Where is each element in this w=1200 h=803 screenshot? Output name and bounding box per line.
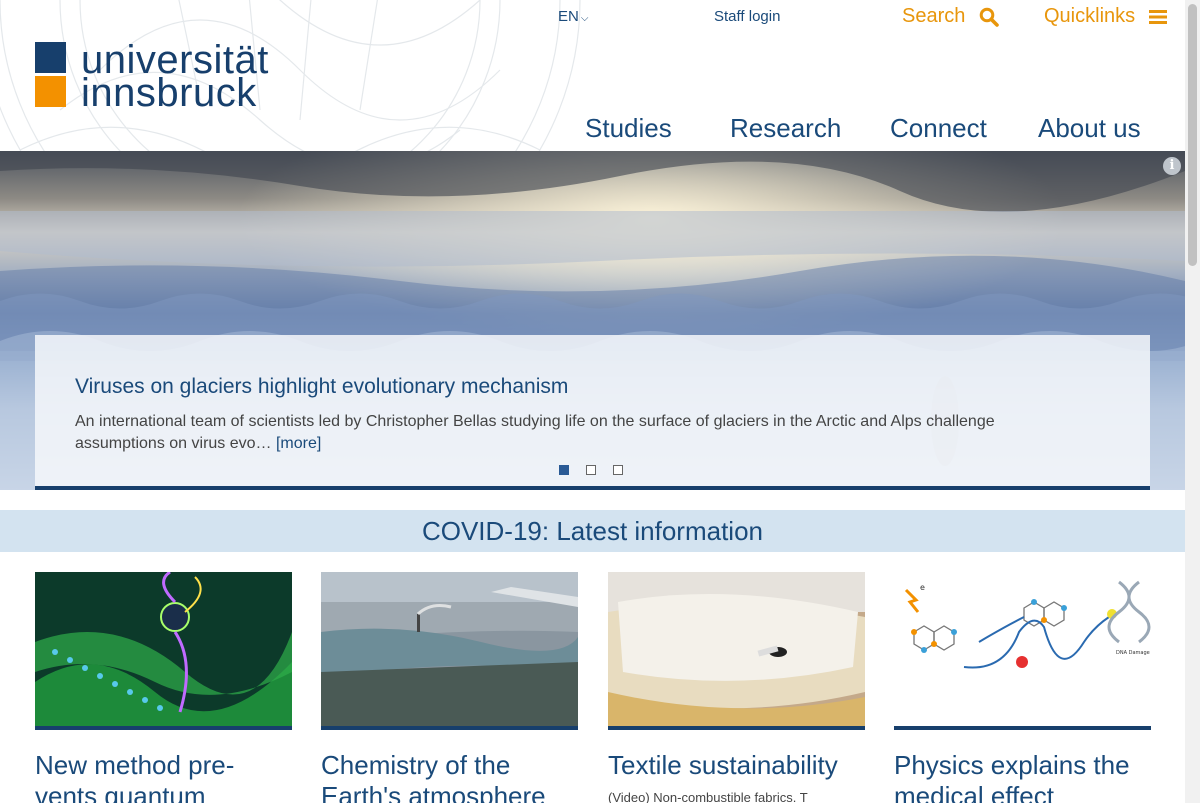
search-button[interactable]: Search bbox=[902, 5, 999, 28]
slide-dot-2[interactable] bbox=[586, 465, 596, 475]
hero-text: An international team of scientists led … bbox=[75, 413, 995, 452]
news-card-subtitle: (Video) Non-combustible fabrics. T bbox=[608, 790, 808, 803]
textile-photo bbox=[608, 572, 865, 726]
covid-banner-link[interactable]: COVID-19: Latest information bbox=[0, 510, 1185, 552]
news-card-image-atmosphere[interactable] bbox=[321, 572, 578, 730]
language-selector[interactable]: EN ⌵ bbox=[558, 8, 588, 25]
page: universität innsbruck EN ⌵ Staff login Se… bbox=[0, 0, 1185, 803]
nav-about-us[interactable]: About us bbox=[1038, 113, 1141, 144]
language-label: EN bbox=[558, 8, 579, 25]
news-card-image-textile[interactable] bbox=[608, 572, 865, 730]
staff-login-link[interactable]: Staff login bbox=[714, 8, 780, 25]
nav-research[interactable]: Research bbox=[730, 113, 841, 144]
logo-blue-square bbox=[35, 42, 66, 73]
scrollbar-thumb[interactable] bbox=[1188, 4, 1197, 266]
search-icon bbox=[979, 7, 999, 27]
news-card-image-physics[interactable]: e DNA Damage bbox=[894, 572, 1151, 730]
quicklinks-label: Quicklinks bbox=[1044, 5, 1136, 27]
nav-studies[interactable]: Studies bbox=[585, 113, 672, 144]
hero-title-link[interactable]: Viruses on glaciers highlight evolutiona… bbox=[75, 375, 568, 399]
slide-dot-1[interactable] bbox=[559, 465, 569, 475]
dna-damage-label: DNA Damage bbox=[1116, 650, 1150, 656]
site-header: universität innsbruck EN ⌵ Staff login Se… bbox=[0, 0, 1185, 151]
news-card-title[interactable]: New method pre-vents quantum bbox=[35, 750, 292, 803]
logo-wordmark-line2: innsbruck bbox=[81, 71, 257, 115]
chevron-down-icon: ⌵ bbox=[580, 13, 589, 24]
news-card-title[interactable]: Textile sustainability bbox=[608, 750, 865, 781]
quantum-illustration bbox=[35, 572, 292, 726]
electron-label: e bbox=[920, 583, 925, 592]
search-label: Search bbox=[902, 5, 966, 27]
hero-more-link[interactable]: [more] bbox=[276, 435, 321, 452]
nav-connect[interactable]: Connect bbox=[890, 113, 987, 144]
quicklinks-button[interactable]: Quicklinks bbox=[1044, 5, 1167, 28]
hero-description: An international team of scientists led … bbox=[75, 411, 1085, 455]
news-card: New method pre-vents quantum bbox=[35, 572, 292, 803]
slider-pagination bbox=[559, 465, 639, 477]
info-icon[interactable]: i bbox=[1163, 157, 1181, 175]
news-card-image-quantum[interactable] bbox=[35, 572, 292, 730]
news-card: e DNA Damage Physics explains the medica… bbox=[894, 572, 1151, 803]
main-navigation: Studies Research Connect About us bbox=[0, 113, 1185, 151]
menu-icon bbox=[1148, 9, 1167, 24]
news-card: Textile sustainability (Video) Non-combu… bbox=[608, 572, 865, 803]
hero-slider: i Viruses on glaciers highlight evolutio… bbox=[0, 151, 1185, 490]
hero-caption-box: Viruses on glaciers highlight evolutiona… bbox=[35, 335, 1150, 490]
dna-damage-diagram: e DNA Damage bbox=[894, 572, 1151, 726]
news-card-title[interactable]: Physics explains the medical effect bbox=[894, 750, 1151, 803]
news-card-title[interactable]: Chemistry of the Earth's atmosphere bbox=[321, 750, 578, 803]
university-logo[interactable]: universität innsbruck bbox=[35, 40, 295, 115]
slide-dot-3[interactable] bbox=[613, 465, 623, 475]
news-card: Chemistry of the Earth's atmosphere bbox=[321, 572, 578, 803]
vertical-scrollbar[interactable] bbox=[1185, 0, 1200, 803]
logo-orange-square bbox=[35, 76, 66, 107]
aerial-photo bbox=[321, 572, 578, 726]
